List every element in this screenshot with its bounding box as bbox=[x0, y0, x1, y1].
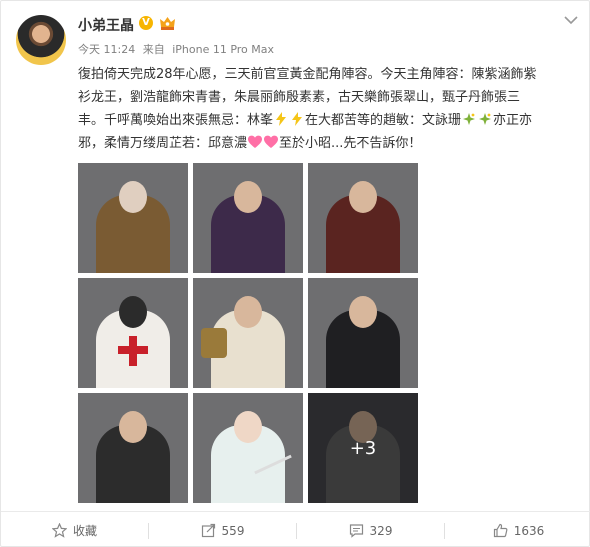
content-segment: 至於小昭...先不告訴你！ bbox=[279, 136, 422, 151]
comment-count: 329 bbox=[369, 523, 393, 538]
like-count: 1636 bbox=[513, 523, 545, 538]
content-segment: 亦正亦 bbox=[493, 113, 533, 128]
heart-emoji-icon bbox=[248, 135, 263, 148]
content-segment: 丰。千呼萬喚始出來張無忌：林峯 bbox=[78, 113, 274, 128]
photo-grid: +3 bbox=[78, 163, 418, 503]
more-photos-overlay[interactable]: +3 bbox=[308, 393, 418, 503]
sparkle-emoji-icon bbox=[479, 113, 492, 125]
like-button[interactable]: 1636 bbox=[445, 512, 590, 547]
crown-member-icon[interactable] bbox=[159, 15, 176, 31]
username[interactable]: 小弟王晶 bbox=[78, 15, 134, 35]
photo-thumbnail[interactable] bbox=[78, 393, 188, 503]
post-time[interactable]: 今天 11:24 bbox=[78, 43, 135, 56]
post-meta: 今天 11:24 来自 iPhone 11 Pro Max bbox=[78, 41, 278, 57]
content-line-3: 丰。千呼萬喚始出來張無忌：林峯 在大都苦等的趙敏：文詠珊 亦正亦 bbox=[78, 109, 578, 132]
content-line: 復拍倚天完成28年心愿，三天前官宣黃金配角陣容。今天主角陣容：陳紫涵飾紫 bbox=[78, 67, 537, 82]
comment-icon bbox=[349, 524, 363, 538]
photo-thumbnail[interactable] bbox=[78, 163, 188, 273]
content-line: 衫龙王，劉浩龍飾宋青書，朱晨丽飾殷素素，古天樂飾張翠山，甄子丹飾張三 bbox=[78, 90, 521, 105]
chevron-down-icon[interactable] bbox=[563, 15, 579, 25]
thumbs-up-icon bbox=[493, 523, 508, 538]
favorite-label: 收藏 bbox=[72, 524, 97, 538]
avatar[interactable] bbox=[16, 15, 66, 65]
content-line-4: 邪，柔情万缕周芷若：邱意濃 至於小昭...先不告訴你！ bbox=[78, 132, 578, 155]
photo-thumbnail[interactable] bbox=[308, 163, 418, 273]
post-source-prefix: 来自 bbox=[142, 43, 165, 56]
repost-button[interactable]: 559 bbox=[149, 512, 296, 547]
sparkle-emoji-icon bbox=[463, 113, 476, 125]
photo-thumbnail[interactable] bbox=[193, 163, 303, 273]
repost-icon bbox=[201, 523, 215, 538]
lightning-emoji-icon bbox=[292, 112, 303, 126]
post-source-device[interactable]: iPhone 11 Pro Max bbox=[172, 43, 274, 56]
action-bar: 收藏 559 329 1636 bbox=[1, 511, 590, 547]
repost-count: 559 bbox=[221, 523, 245, 538]
favorite-button[interactable]: 收藏 bbox=[1, 512, 148, 547]
weibo-post-card: 小弟王晶 V 今天 11:24 来自 iPhone 11 Pro Max 復拍倚… bbox=[0, 0, 590, 547]
verified-v-badge-icon: V bbox=[139, 16, 153, 30]
photo-thumbnail[interactable] bbox=[308, 278, 418, 388]
post-content: 復拍倚天完成28年心愿，三天前官宣黃金配角陣容。今天主角陣容：陳紫涵飾紫 衫龙王… bbox=[78, 63, 578, 155]
heart-emoji-icon bbox=[264, 135, 279, 148]
content-segment: 在大都苦等的趙敏：文詠珊 bbox=[305, 113, 462, 128]
photo-thumbnail[interactable] bbox=[193, 278, 303, 388]
content-segment: 邪，柔情万缕周芷若：邱意濃 bbox=[78, 136, 248, 151]
photo-thumbnail[interactable] bbox=[78, 278, 188, 388]
comment-button[interactable]: 329 bbox=[297, 512, 444, 547]
photo-thumbnail[interactable] bbox=[193, 393, 303, 503]
star-icon bbox=[51, 523, 67, 538]
lightning-emoji-icon bbox=[276, 112, 287, 126]
photo-thumbnail[interactable]: +3 bbox=[308, 393, 418, 503]
